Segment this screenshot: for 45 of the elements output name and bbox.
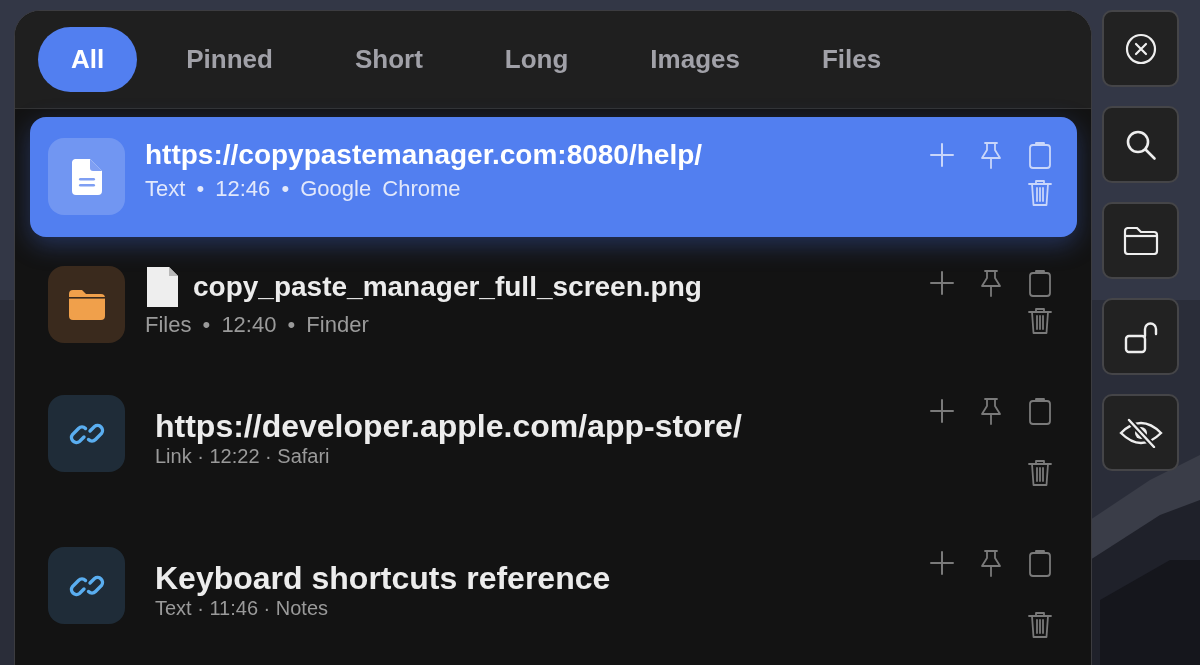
clipboard-item[interactable]: https://copypastemanager.com:8080/help/ Text • 12:46 • Google Chrome	[30, 117, 1077, 237]
item-title: copy_paste_manager_full_screen.png	[193, 270, 702, 304]
clipboard-item[interactable]: copy_paste_manager_full_screen.png Files • 12:40 • Finder	[30, 245, 1077, 373]
filter-tab[interactable]: Long	[471, 27, 602, 92]
clipboard-icon[interactable]	[1027, 549, 1053, 577]
unlock-icon	[1123, 319, 1158, 354]
clipboard-item[interactable]: Keyboard shortcuts reference Text · 11:46 · Notes	[30, 525, 1077, 665]
item-title: https://copypastemanager.com:8080/help/	[145, 138, 703, 172]
hide-button[interactable]	[1102, 394, 1179, 471]
eye-slash-icon	[1118, 417, 1163, 448]
trash-icon[interactable]	[1027, 307, 1053, 335]
plus-icon[interactable]	[929, 269, 955, 297]
trash-icon[interactable]	[1027, 459, 1053, 487]
plus-icon[interactable]	[929, 549, 955, 577]
folder-button[interactable]	[1102, 202, 1179, 279]
folder-icon	[1122, 226, 1159, 255]
clipboard-item[interactable]: https://developer.apple.com/app-store/ Link · 12:22 · Safari	[30, 373, 1077, 525]
close-icon	[1124, 32, 1157, 65]
item-meta: Files • 12:40 • Finder	[145, 312, 369, 338]
item-meta: Link · 12:22 · Safari	[155, 445, 330, 468]
close-button[interactable]	[1102, 10, 1179, 87]
filter-tab[interactable]: Images	[617, 27, 773, 92]
search-icon	[1124, 128, 1157, 161]
item-title: Keyboard shortcuts reference	[155, 559, 611, 597]
folder-icon	[68, 289, 105, 320]
plus-icon[interactable]	[929, 141, 955, 169]
clipboard-icon[interactable]	[1027, 141, 1053, 169]
filter-tab[interactable]: Pinned	[153, 27, 306, 92]
search-button[interactable]	[1102, 106, 1179, 183]
plus-icon[interactable]	[929, 397, 955, 425]
item-meta: Text • 12:46 • Google Chrome	[145, 176, 461, 202]
item-meta: Text · 11:46 · Notes	[155, 597, 329, 620]
pin-icon[interactable]	[978, 549, 1004, 577]
document-icon	[71, 158, 102, 195]
item-title: https://developer.apple.com/app-store/	[155, 407, 742, 445]
filter-tab[interactable]: Files	[788, 27, 915, 92]
filter-tab[interactable]: Short	[321, 27, 456, 92]
clipboard-icon[interactable]	[1027, 269, 1053, 297]
pin-icon[interactable]	[978, 397, 1004, 425]
unlock-button[interactable]	[1102, 298, 1179, 375]
trash-icon[interactable]	[1027, 611, 1053, 639]
filter-tab[interactable]: All	[38, 27, 138, 92]
clipboard-icon[interactable]	[1027, 397, 1053, 425]
pin-icon[interactable]	[978, 269, 1004, 297]
pin-icon[interactable]	[978, 141, 1004, 169]
